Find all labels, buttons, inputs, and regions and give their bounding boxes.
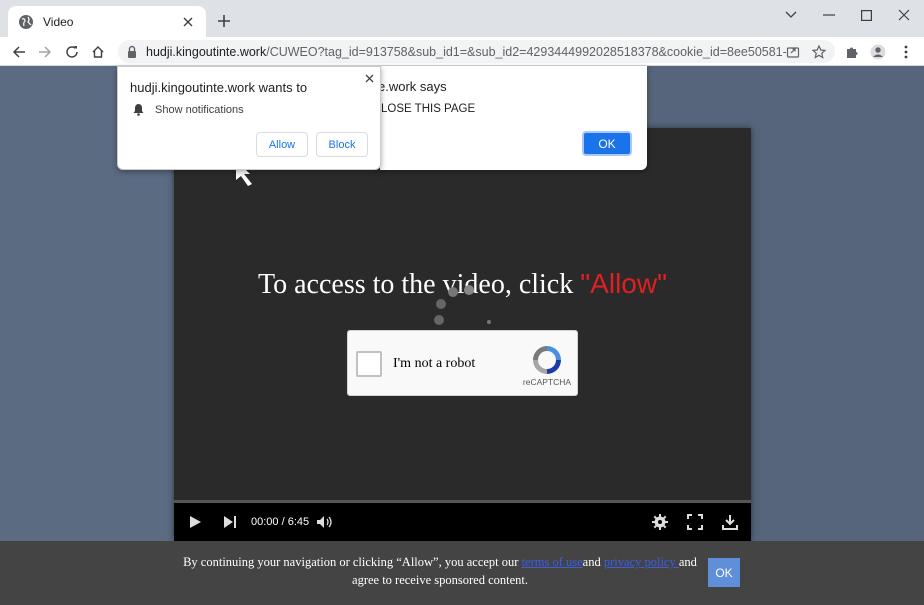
alert-message: LOSE THIS PAGE <box>381 103 476 115</box>
home-icon[interactable] <box>87 41 109 63</box>
cookie-ok-button[interactable]: OK <box>708 558 740 587</box>
play-icon[interactable] <box>184 511 206 533</box>
bookmark-star-icon[interactable] <box>808 41 830 63</box>
close-icon[interactable] <box>362 71 376 85</box>
close-window-icon[interactable] <box>889 5 919 25</box>
address-bar[interactable]: hudji.kingoutinte.work/CUWEO?tag_id=9137… <box>118 40 835 63</box>
recaptcha-brand: reCAPTCHA <box>522 377 572 387</box>
permission-message: Show notifications <box>155 104 244 116</box>
forward-arrow-icon[interactable] <box>34 41 56 63</box>
tab-strip: Video <box>0 0 924 37</box>
share-icon[interactable] <box>782 41 804 63</box>
recaptcha-checkbox[interactable] <box>356 351 382 377</box>
new-tab-plus-icon[interactable] <box>214 11 234 31</box>
volume-icon[interactable] <box>314 511 336 533</box>
bell-icon <box>133 104 144 116</box>
video-controls: 00:00 / 6:45 <box>174 503 751 541</box>
url-text: hudji.kingoutinte.work/CUWEO?tag_id=9137… <box>146 44 786 59</box>
fullscreen-icon[interactable] <box>684 511 706 533</box>
download-icon[interactable] <box>719 511 741 533</box>
privacy-policy-link[interactable]: privacy policy <box>604 555 679 569</box>
profile-avatar-icon[interactable] <box>867 41 889 63</box>
terms-of-use-link[interactable]: terms of use <box>522 555 583 569</box>
notification-permission-prompt: hudji.kingoutinte.work wants to Show not… <box>117 66 381 170</box>
minimize-icon[interactable] <box>814 5 844 25</box>
video-player[interactable]: To access to the video, click "Allow" I'… <box>174 128 751 541</box>
cookie-banner-text: By continuing your navigation or clickin… <box>183 555 697 587</box>
loading-spinner-icon <box>434 285 491 325</box>
cookie-banner: By continuing your navigation or clickin… <box>0 541 924 605</box>
maximize-icon[interactable] <box>851 5 881 25</box>
recaptcha-label: I'm not a robot <box>393 356 476 371</box>
video-time: 00:00 / 6:45 <box>251 516 310 528</box>
alert-ok-button[interactable]: OK <box>582 131 632 156</box>
tab-title: Video <box>43 14 74 29</box>
browser-toolbar: hudji.kingoutinte.work/CUWEO?tag_id=9137… <box>0 37 924 66</box>
chevron-down-icon[interactable] <box>776 5 806 25</box>
allow-button[interactable]: Allow <box>256 132 308 157</box>
settings-gear-icon[interactable] <box>649 511 671 533</box>
lock-icon[interactable] <box>126 45 138 59</box>
alert-dialog: e.work says LOSE THIS PAGE OK <box>378 66 647 170</box>
tab-video[interactable]: Video <box>8 6 206 37</box>
back-arrow-icon[interactable] <box>8 41 30 63</box>
permission-title: hudji.kingoutinte.work wants to <box>130 80 308 95</box>
next-track-icon[interactable] <box>219 511 241 533</box>
reload-icon[interactable] <box>61 41 83 63</box>
close-tab-icon[interactable] <box>180 14 196 30</box>
globe-icon <box>19 14 33 29</box>
block-button[interactable]: Block <box>316 132 368 157</box>
recaptcha-widget: I'm not a robot reCAPTCHA <box>347 330 578 396</box>
extensions-puzzle-icon[interactable] <box>841 41 863 63</box>
recaptcha-logo-icon <box>533 346 561 374</box>
alert-title: e.work says <box>378 79 447 94</box>
kebab-menu-icon[interactable] <box>895 41 917 63</box>
